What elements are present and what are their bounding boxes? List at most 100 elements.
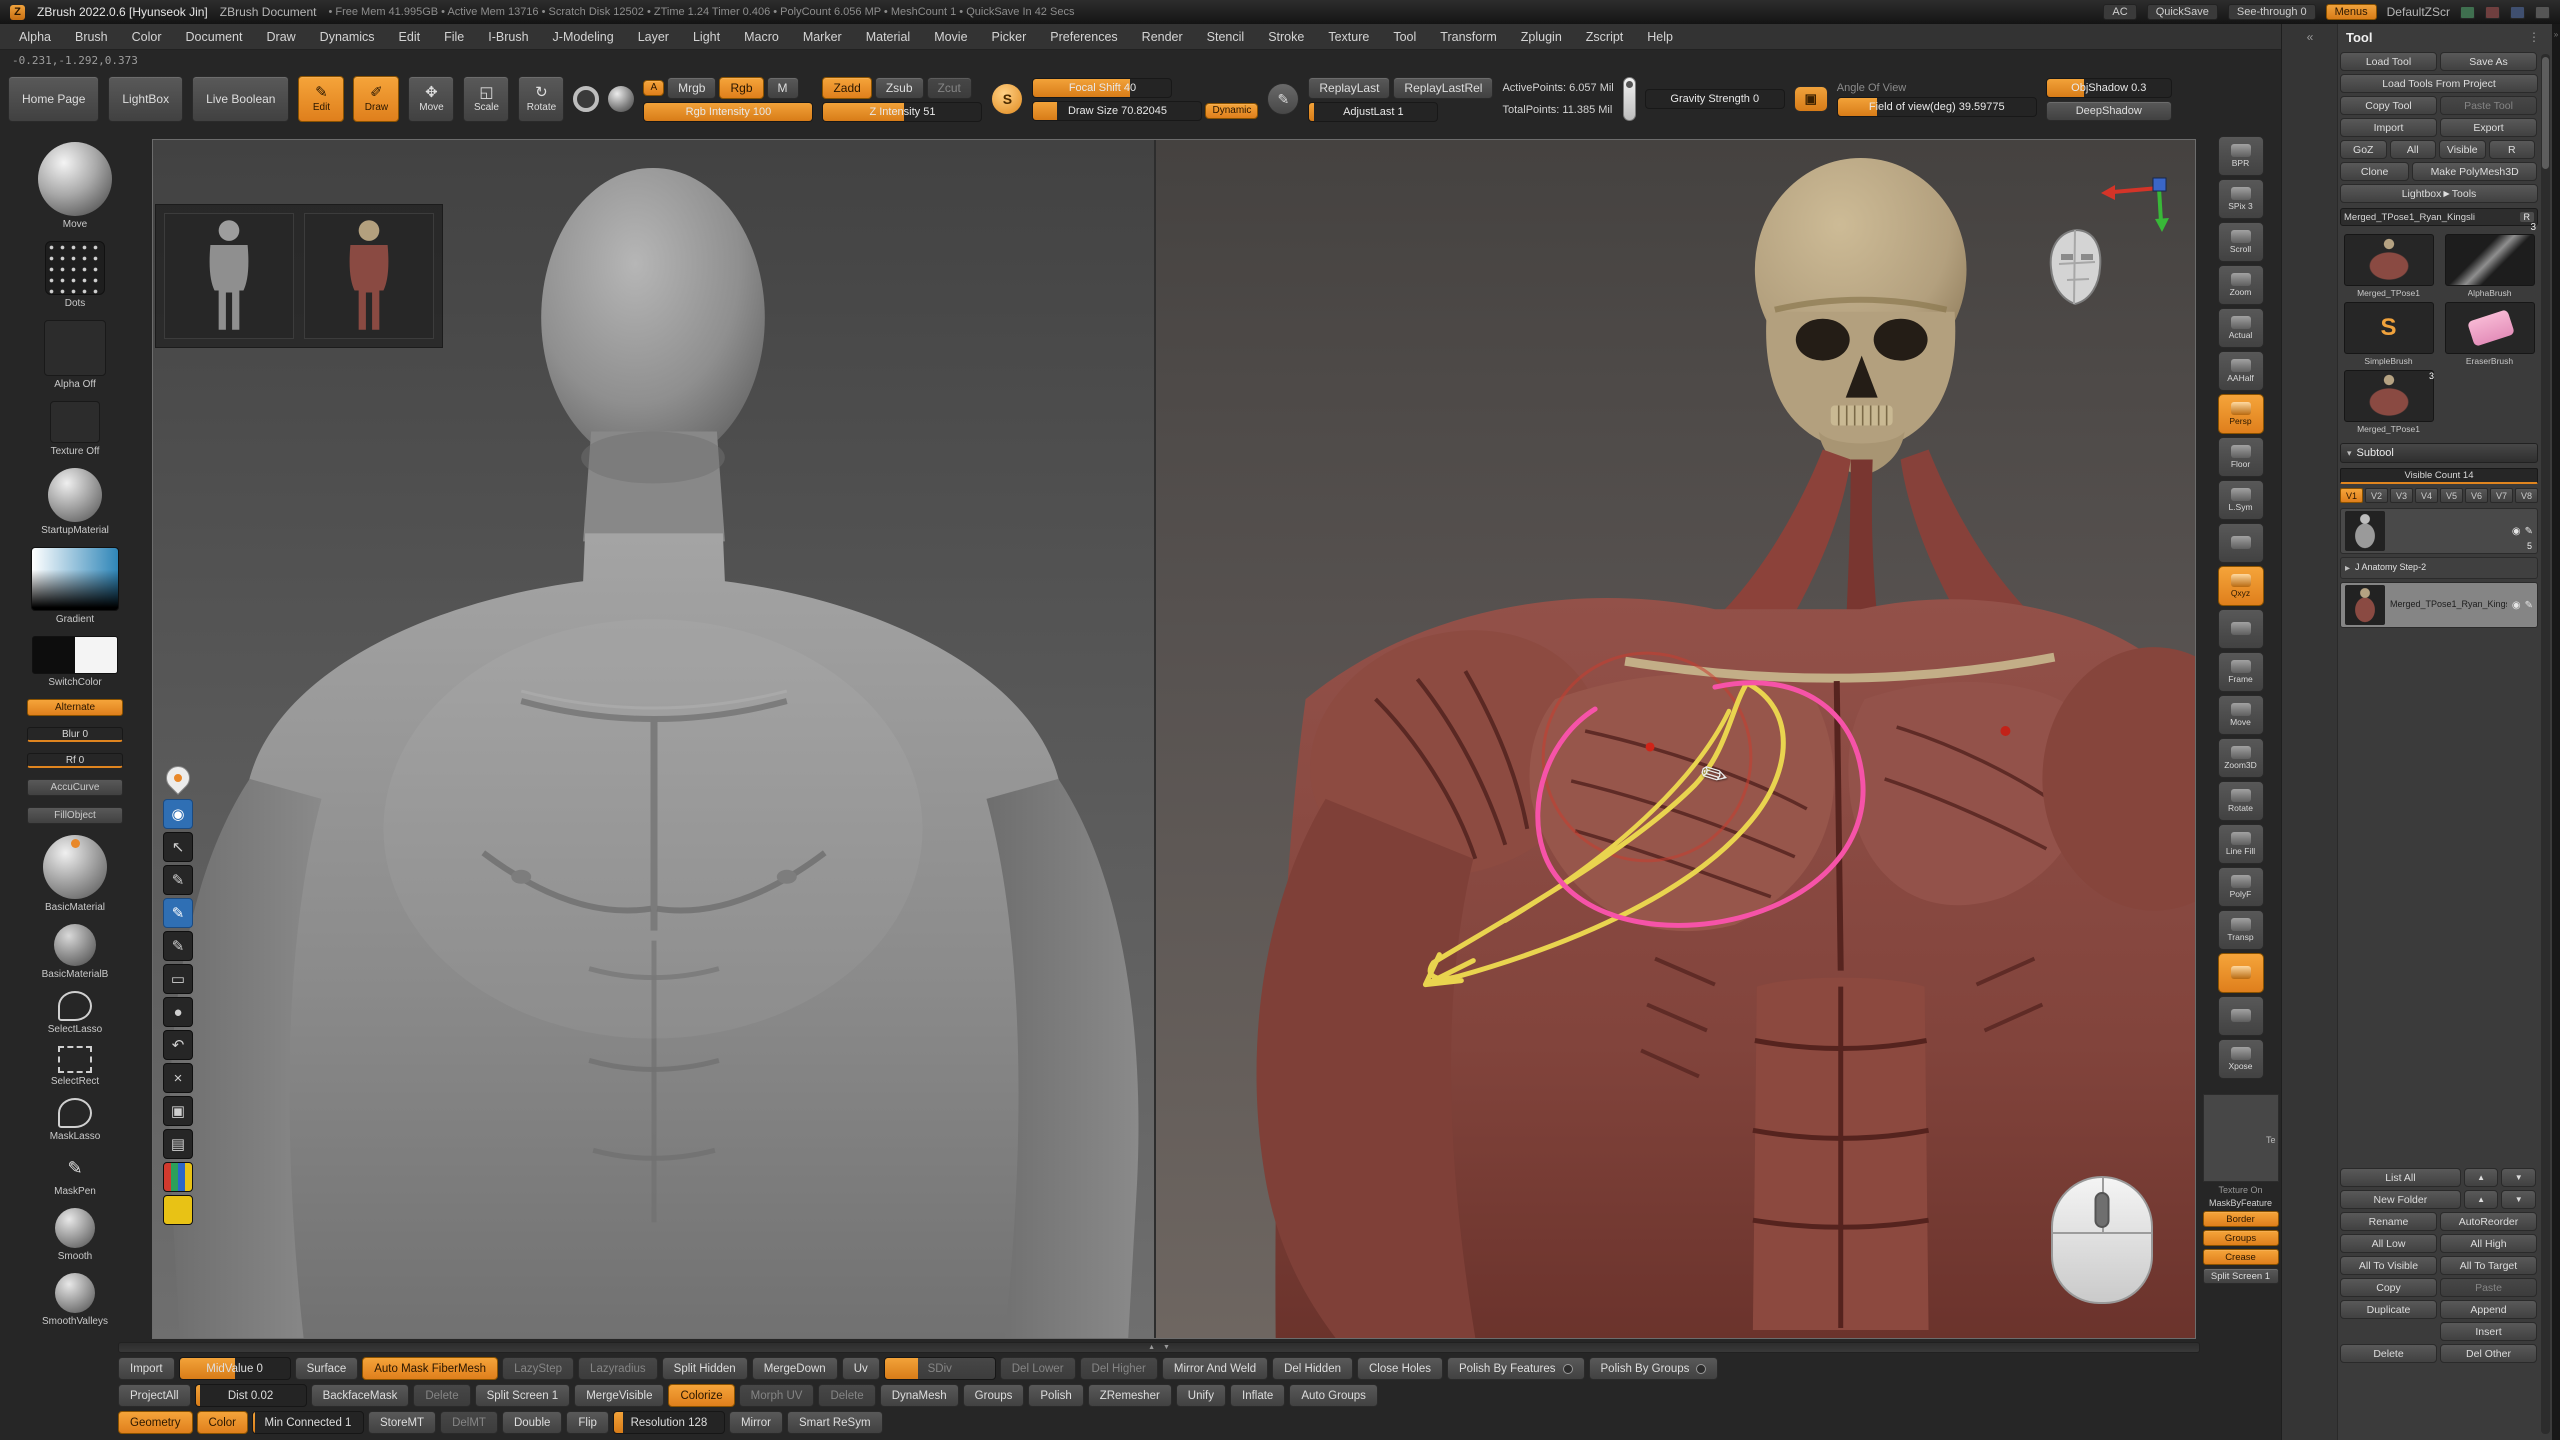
left-shelf-thumbnail[interactable] — [32, 636, 118, 674]
right-shelf-button[interactable]: Scroll — [2218, 222, 2264, 262]
bottom-shelf-button[interactable]: BackfaceMask — [311, 1384, 410, 1407]
left-shelf-thumbnail[interactable] — [58, 1098, 92, 1128]
bottom-shelf-button[interactable]: Del Lower — [1000, 1357, 1076, 1380]
left-shelf-item[interactable]: Gradient — [31, 547, 119, 625]
subtool-action-button[interactable]: New Folder — [2340, 1190, 2461, 1209]
subtool-row-icons[interactable]: ◉ ✎ — [2512, 526, 2533, 537]
tool-item[interactable]: Merged_TPose1 — [2340, 234, 2437, 298]
menu-item[interactable]: J-Modeling — [542, 27, 625, 47]
tray-collapse-handle[interactable]: » — [2554, 30, 2558, 39]
see-through-slider[interactable]: See-through 0 — [2228, 4, 2316, 20]
mini-palette-button[interactable]: Groups — [2203, 1230, 2279, 1246]
collapsed-palette-panel[interactable]: Te — [2203, 1094, 2279, 1182]
zcut-button[interactable]: Zcut — [927, 77, 972, 99]
replay-last-rel-button[interactable]: ReplayLastRel — [1393, 77, 1493, 99]
tool-palette-button[interactable]: GoZ — [2340, 140, 2387, 159]
subtool-row[interactable]: ◉ ✎ 5 — [2340, 508, 2538, 554]
eye-visibility-icon[interactable]: ◉ — [2512, 526, 2521, 537]
menu-item[interactable]: Movie — [923, 27, 978, 47]
left-shelf-thumbnail[interactable] — [45, 241, 105, 295]
tool-item[interactable]: 3 Merged_TPose1 — [2340, 370, 2437, 434]
texture-on-label[interactable]: Texture On — [2203, 1185, 2279, 1195]
left-shelf-item[interactable]: FillObject — [27, 807, 123, 824]
bottom-shelf-button[interactable]: SDiv — [884, 1357, 996, 1380]
dynamic-draw-size-toggle[interactable]: Dynamic — [1205, 103, 1258, 119]
right-shelf-button[interactable]: Floor — [2218, 437, 2264, 477]
bottom-shelf-button[interactable]: Min Connected 1 — [252, 1411, 364, 1434]
bottom-shelf-button[interactable]: Resolution 128 — [613, 1411, 725, 1434]
menu-item[interactable]: Texture — [1317, 27, 1380, 47]
shelf-resize-handle[interactable]: ▲ ▼ — [118, 1342, 2200, 1353]
right-shelf-button[interactable]: SPix 3 — [2218, 179, 2264, 219]
left-shelf-thumbnail[interactable] — [54, 924, 96, 966]
move-mode-button[interactable]: ✥ Move — [408, 76, 454, 122]
left-shelf-thumbnail[interactable] — [55, 1273, 95, 1313]
gravity-direction-widget[interactable] — [1623, 77, 1636, 121]
right-shelf-button[interactable]: BPR — [2218, 136, 2264, 176]
lazy-mouse-icon[interactable]: ✎ — [1267, 83, 1299, 115]
menu-item[interactable]: Macro — [733, 27, 790, 47]
camera-icon[interactable]: ▣ — [1794, 86, 1828, 112]
right-shelf-button[interactable]: Transp — [2218, 910, 2264, 950]
bottom-shelf-button[interactable]: Color — [197, 1411, 248, 1434]
current-tool-bar[interactable]: Merged_TPose1_Ryan_Kingsli R — [2340, 208, 2538, 226]
menu-item[interactable]: Alpha — [8, 27, 62, 47]
bottom-shelf-button[interactable]: Uv — [842, 1357, 880, 1380]
eye-visibility-icon[interactable]: ◉ — [2512, 600, 2521, 611]
polypaint-icon[interactable]: ✎ — [2525, 600, 2533, 611]
draw-size-slider[interactable]: Draw Size 70.82045 — [1032, 101, 1202, 121]
left-shelf-item[interactable]: SmoothValleys — [42, 1273, 108, 1327]
right-shelf-button[interactable] — [2218, 953, 2264, 993]
left-shelf-thumbnail[interactable] — [58, 1046, 92, 1073]
bottom-shelf-button[interactable]: Delete — [413, 1384, 470, 1407]
subtool-variant-tab[interactable]: V6 — [2465, 488, 2488, 503]
home-page-button[interactable]: Home Page — [8, 76, 99, 122]
mini-palette-button[interactable]: Split Screen 1 — [2203, 1268, 2279, 1284]
bottom-shelf-button[interactable]: Groups — [963, 1384, 1025, 1407]
left-shelf-item[interactable]: MaskPen — [54, 1153, 96, 1197]
right-shelf-button[interactable]: Rotate — [2218, 781, 2264, 821]
m-button[interactable]: M — [767, 77, 799, 99]
bottom-shelf-button[interactable]: Del Hidden — [1272, 1357, 1353, 1380]
tool-thumbnail[interactable] — [2344, 370, 2434, 422]
subtool-action-button[interactable]: Delete — [2340, 1344, 2437, 1363]
left-shelf-item[interactable]: Blur 0 — [27, 727, 123, 742]
bottom-shelf-button[interactable]: Split Hidden — [662, 1357, 748, 1380]
left-shelf-item[interactable]: Rf 0 — [27, 753, 123, 768]
right-shelf-button[interactable]: PolyF — [2218, 867, 2264, 907]
mini-palette-button[interactable]: Crease — [2203, 1249, 2279, 1265]
tray-scrollbar[interactable] — [2541, 54, 2550, 1434]
menu-item[interactable]: Marker — [792, 27, 853, 47]
menu-item[interactable]: Picker — [981, 27, 1038, 47]
subtool-action-button[interactable]: Duplicate — [2340, 1300, 2437, 1319]
tray-edge-strip[interactable]: » — [2552, 24, 2560, 1440]
left-shelf-thumbnail[interactable] — [43, 835, 107, 899]
tool-thumbnail[interactable] — [2344, 234, 2434, 286]
annotation-tool-button[interactable]: ▭ — [163, 964, 193, 994]
sculptris-pro-icon[interactable]: S — [991, 83, 1023, 115]
menu-item[interactable]: File — [433, 27, 475, 47]
tool-palette-button[interactable]: Copy Tool — [2340, 96, 2437, 115]
left-shelf-item[interactable]: SelectLasso — [48, 991, 102, 1035]
angle-of-view-label[interactable]: Angle Of View — [1837, 82, 2037, 94]
left-shelf-item[interactable]: Smooth — [55, 1208, 95, 1262]
quicksave-button[interactable]: QuickSave — [2147, 4, 2218, 20]
bottom-shelf-button[interactable]: Polish By Features — [1447, 1357, 1585, 1380]
bottom-shelf-button[interactable]: Import — [118, 1357, 175, 1380]
mrgb-button[interactable]: Mrgb — [667, 77, 716, 99]
edit-mode-button[interactable]: ✎ Edit — [298, 76, 344, 122]
subtool-thumbnail[interactable] — [2345, 511, 2385, 551]
annotation-tool-button[interactable]: ↶ — [163, 1030, 193, 1060]
bottom-shelf-button[interactable]: Mirror And Weld — [1162, 1357, 1268, 1380]
zadd-button[interactable]: Zadd — [822, 77, 871, 99]
menu-item[interactable]: I-Brush — [477, 27, 539, 47]
bottom-shelf-button[interactable]: Flip — [566, 1411, 609, 1434]
subtool-row[interactable]: J Anatomy Step-2 ◉ ✎ — [2340, 557, 2538, 579]
adjust-last-slider[interactable]: AdjustLast 1 — [1308, 102, 1438, 122]
left-shelf-thumbnail[interactable] — [48, 468, 102, 522]
a-badge-button[interactable]: A — [643, 80, 664, 96]
thumbnail-gray-figure[interactable] — [164, 213, 294, 339]
menu-item[interactable]: Stroke — [1257, 27, 1315, 47]
right-shelf-button[interactable] — [2218, 609, 2264, 649]
left-shelf-thumbnail[interactable] — [31, 547, 119, 611]
